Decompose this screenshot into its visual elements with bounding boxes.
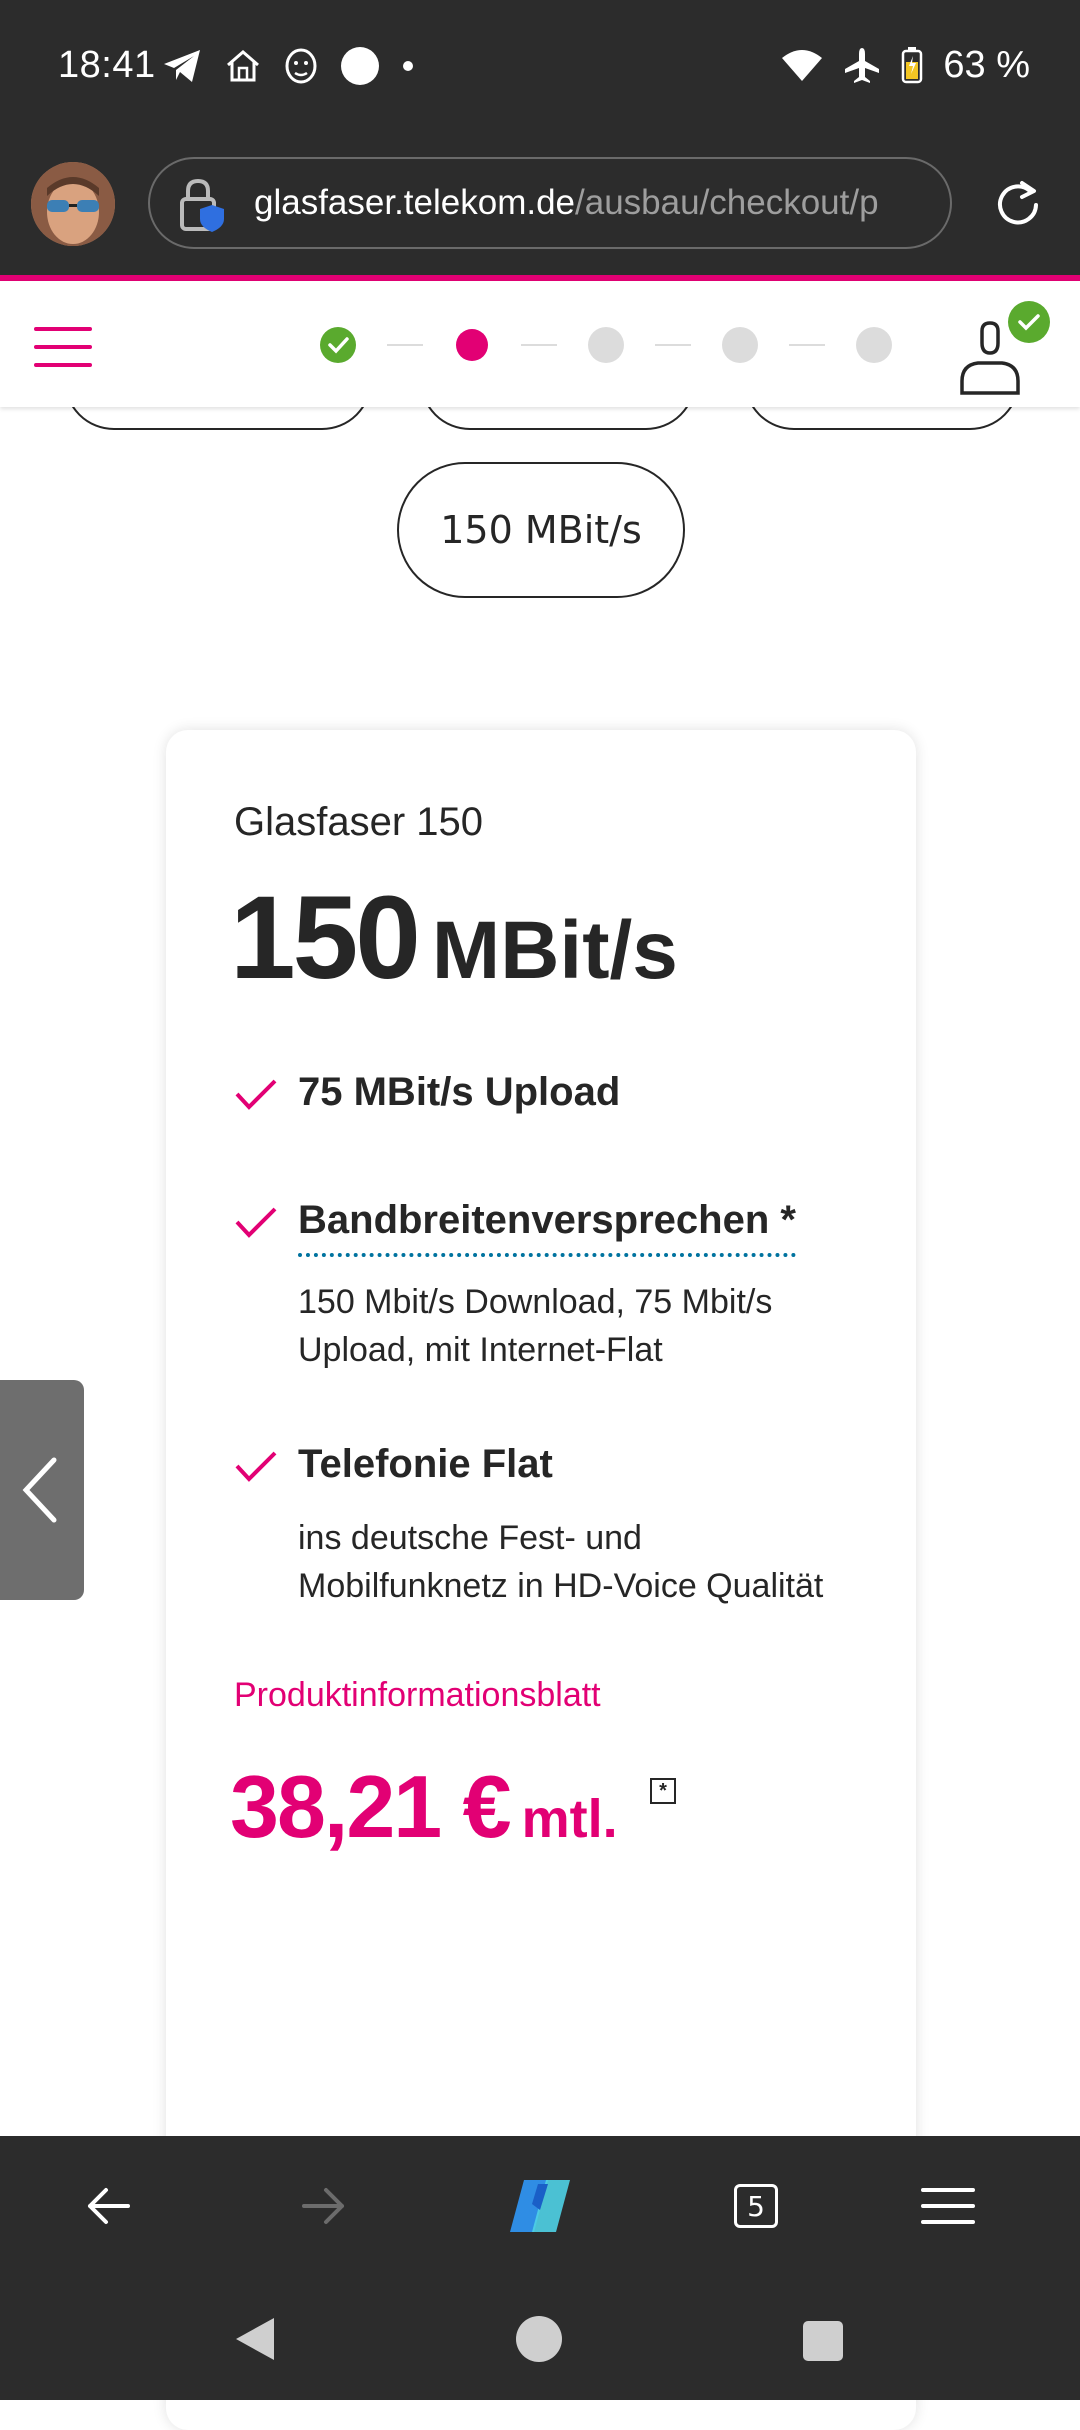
browser-menu-button[interactable] xyxy=(912,2170,984,2242)
feature-description: ins deutsche Fest- und Mobilfunknetz in … xyxy=(298,1519,824,1605)
airplane-icon xyxy=(845,48,880,83)
menu-lines-icon xyxy=(921,2188,975,2224)
tabs-button[interactable]: 5 xyxy=(720,2170,792,2242)
wifi-icon xyxy=(782,50,823,81)
site-header xyxy=(0,281,1080,407)
profile-avatar[interactable] xyxy=(31,162,115,246)
check-icon xyxy=(1018,314,1040,331)
checkout-progress xyxy=(320,327,892,363)
nav-recents-icon[interactable] xyxy=(802,2320,844,2362)
feature-title: Telefonie Flat xyxy=(298,1442,553,1486)
lock-shield-icon[interactable] xyxy=(174,177,230,233)
copilot-button[interactable] xyxy=(504,2170,576,2242)
status-time: 18:41 xyxy=(58,44,156,86)
nav-back-icon[interactable] xyxy=(232,2316,278,2362)
progress-step-1 xyxy=(320,327,356,363)
circle-icon xyxy=(341,47,379,85)
lion-icon xyxy=(285,48,317,84)
nav-home-icon[interactable] xyxy=(514,2314,564,2364)
tariff-name: Glasfaser 150 xyxy=(234,800,484,844)
url-text[interactable]: glasfaser.telekom.de/ausbau/checkout/p xyxy=(254,183,934,223)
dot-icon xyxy=(403,61,413,71)
status-bar: 18:41 63 % xyxy=(0,0,1080,135)
address-field[interactable]: glasfaser.telekom.de/ausbau/checkout/p xyxy=(148,157,952,249)
check-icon xyxy=(235,1451,277,1482)
feature-description: 150 Mbit/s Download, 75 Mbit/s Upload, m… xyxy=(298,1283,773,1369)
url-path: /ausbau/checkout/p xyxy=(575,183,879,222)
forward-button[interactable] xyxy=(288,2170,360,2242)
battery-icon xyxy=(902,47,923,84)
side-collapse-tab[interactable] xyxy=(0,1380,84,1600)
progress-connector xyxy=(789,344,825,346)
telegram-icon xyxy=(164,50,200,82)
progress-step-5 xyxy=(856,327,892,363)
url-host: glasfaser.telekom.de xyxy=(254,183,576,222)
home-icon xyxy=(227,50,259,82)
browser-url-bar: glasfaser.telekom.de/ausbau/checkout/p xyxy=(0,135,1080,277)
price-value: 38,21 € xyxy=(230,1757,512,1856)
tariff-speed: 150 MBit/s xyxy=(230,870,678,1006)
back-button[interactable] xyxy=(72,2170,144,2242)
check-icon xyxy=(235,1207,277,1238)
arrow-right-icon xyxy=(302,2188,344,2224)
progress-connector xyxy=(655,344,691,346)
progress-connector xyxy=(521,344,557,346)
check-icon xyxy=(328,337,349,354)
progress-connector xyxy=(387,344,423,346)
tab-count: 5 xyxy=(734,2184,778,2228)
check-icon xyxy=(235,1079,277,1110)
progress-step-2 xyxy=(456,329,488,361)
battery-percentage: 63 % xyxy=(943,43,1030,86)
price-footnote-button[interactable]: * xyxy=(650,1778,676,1804)
price-unit: mtl. xyxy=(521,1789,618,1849)
speed-unit: MBit/s xyxy=(431,905,678,996)
chevron-left-icon xyxy=(22,1457,57,1523)
arrow-left-icon xyxy=(88,2188,130,2224)
menu-icon[interactable] xyxy=(34,327,92,367)
product-info-link[interactable]: Produktinformationsblatt xyxy=(234,1676,601,1715)
browser-toolbar: 5 xyxy=(0,2136,1080,2276)
logged-in-badge xyxy=(1008,301,1050,343)
system-nav-bar xyxy=(0,2276,1080,2400)
progress-step-3 xyxy=(588,327,624,363)
progress-step-4 xyxy=(722,327,758,363)
speed-number: 150 xyxy=(230,872,421,1004)
status-icons-right: 63 % xyxy=(781,40,1030,90)
speed-option-150[interactable]: 150 MBit/s xyxy=(397,462,685,598)
copilot-icon xyxy=(510,2180,570,2232)
feature-title: 75 MBit/s Upload xyxy=(298,1070,621,1114)
bandwidth-promise-link[interactable]: Bandbreitenversprechen * xyxy=(298,1198,796,1257)
status-icons-left xyxy=(162,44,414,88)
reload-icon[interactable] xyxy=(990,177,1046,233)
monthly-price: 38,21 € mtl. xyxy=(230,1756,618,1858)
